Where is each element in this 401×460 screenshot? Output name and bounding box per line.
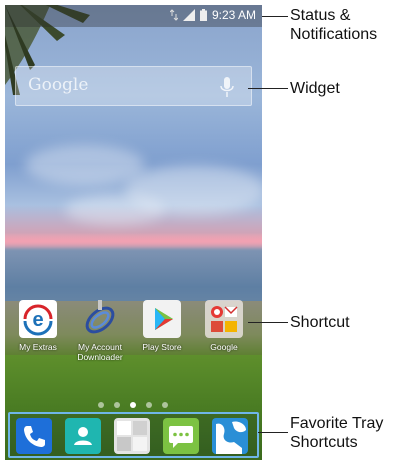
contacts-icon[interactable] (65, 418, 101, 454)
shortcut-play-store[interactable]: Play Store (132, 300, 192, 352)
shortcut-label: Google (210, 342, 238, 352)
callout-status: Status & Notifications (290, 7, 378, 43)
page-dot[interactable] (162, 402, 168, 408)
play-store-icon (143, 300, 181, 338)
page-dot[interactable] (114, 402, 120, 408)
signal-icon (182, 9, 195, 21)
shortcut-label: Play Store (142, 342, 182, 352)
callout-line-shortcut (248, 322, 288, 323)
battery-icon (199, 9, 207, 21)
callout-shortcut: Shortcut (290, 314, 350, 331)
callout-line-status (262, 16, 288, 17)
callout-line-tray (258, 432, 288, 433)
my-extras-icon: e (19, 300, 57, 338)
mic-icon[interactable] (217, 76, 237, 98)
messaging-icon[interactable] (163, 418, 199, 454)
callout-widget: Widget (290, 80, 340, 97)
shortcut-my-extras[interactable]: e My Extras (8, 300, 68, 352)
callout-line-widget (248, 88, 288, 89)
page-dot[interactable] (98, 402, 104, 408)
apps-icon[interactable] (114, 418, 150, 454)
callout-tray: Favorite Tray Shortcuts (290, 415, 384, 451)
shortcut-google-folder[interactable]: Google (194, 300, 254, 352)
page-dot[interactable] (146, 402, 152, 408)
page-dot-active[interactable] (130, 402, 136, 408)
favorite-tray (8, 412, 259, 458)
google-folder-icon (205, 300, 243, 338)
page-indicator (98, 402, 168, 408)
data-arrows-icon (169, 9, 178, 21)
google-search-widget[interactable]: Google (15, 66, 252, 106)
phone-icon[interactable] (16, 418, 52, 454)
widget-search-text: Google (28, 75, 89, 95)
maps-icon[interactable] (212, 418, 248, 454)
shortcut-my-account-downloader[interactable]: My Account Downloader (70, 300, 130, 362)
svg-text:e: e (32, 309, 43, 331)
my-account-downloader-icon (81, 300, 119, 338)
shortcut-label: My Account Downloader (77, 342, 123, 362)
status-bar: 9:23 AM (5, 5, 262, 27)
shortcut-label: My Extras (19, 342, 57, 352)
status-time: 9:23 AM (211, 8, 256, 22)
